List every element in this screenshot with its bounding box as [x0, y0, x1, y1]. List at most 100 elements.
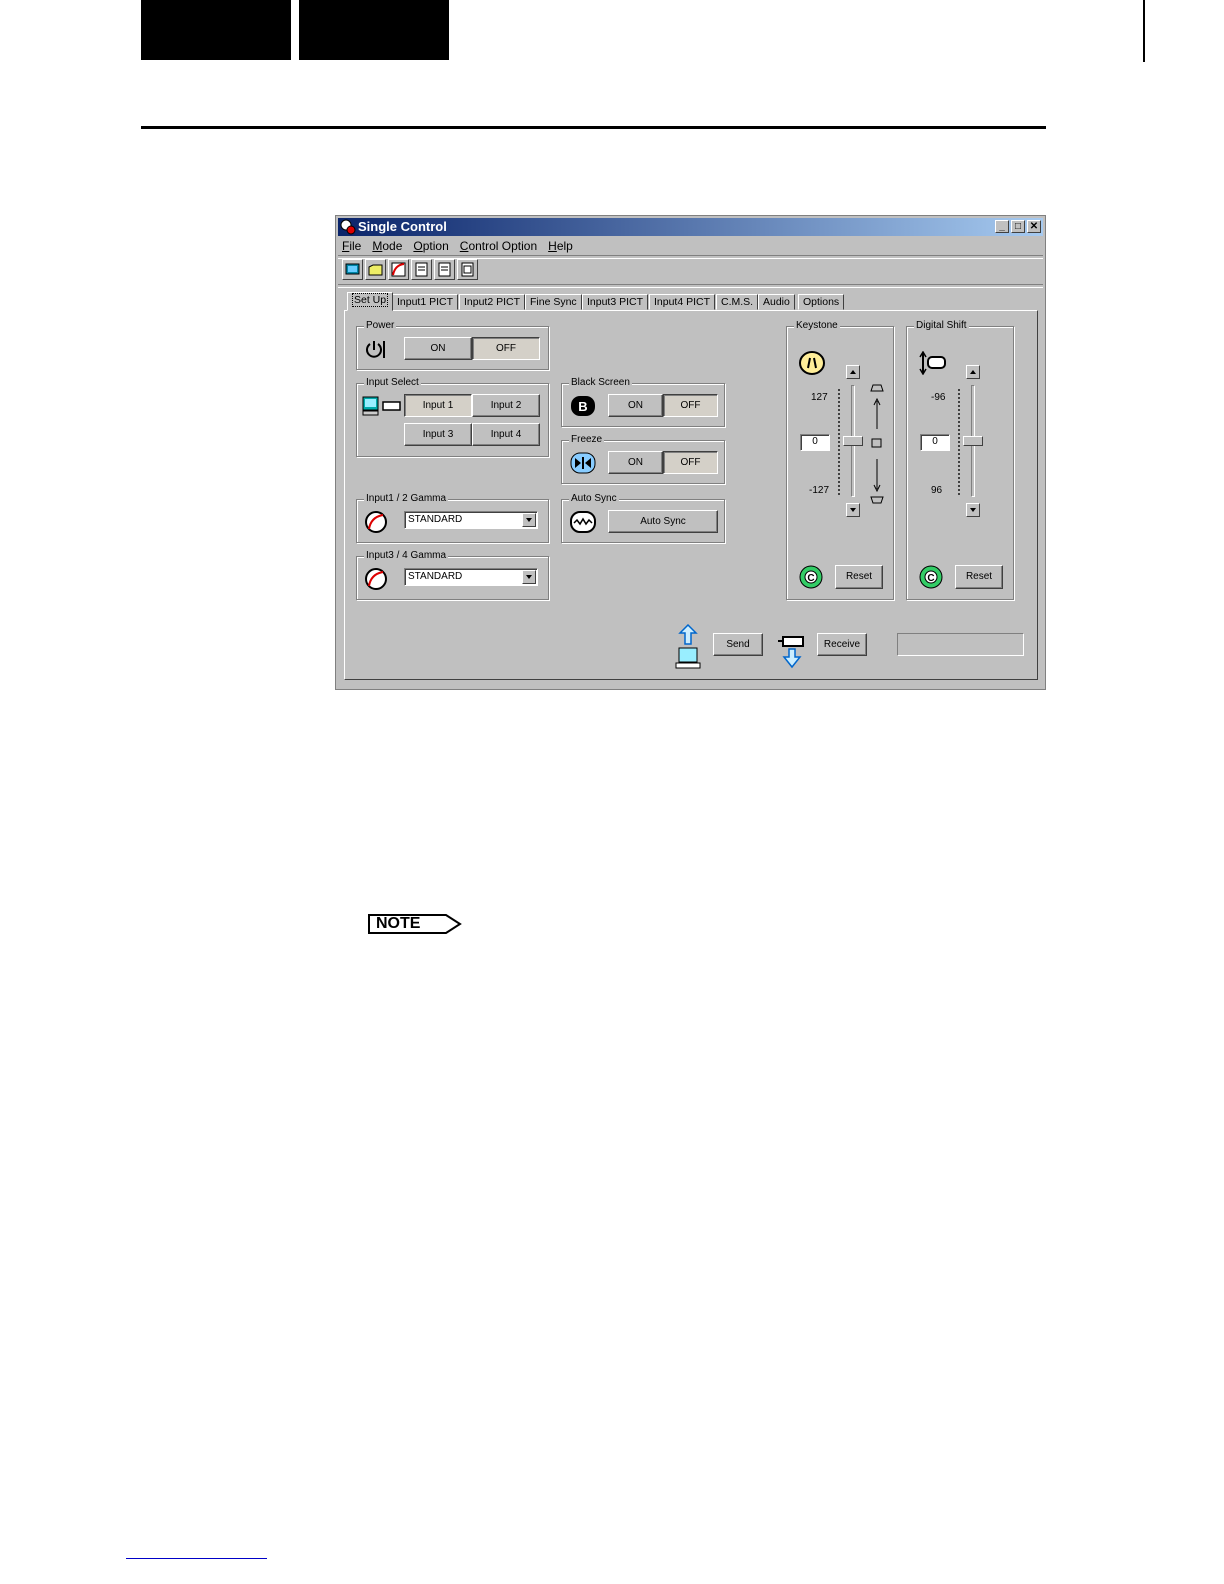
title-bar[interactable]: Single Control _ □ ✕: [338, 218, 1043, 236]
doc-icon: [415, 262, 428, 277]
header-block-right: [299, 0, 449, 60]
video-icon: [382, 401, 401, 411]
power-group: Power ON OFF: [356, 319, 549, 370]
folder-icon: [368, 264, 383, 276]
auto-sync-group: Auto Sync Auto Sync: [561, 492, 725, 543]
toolbar-button-4[interactable]: [411, 259, 432, 280]
freeze-label: Freeze: [569, 433, 605, 447]
freeze-off-button[interactable]: OFF: [663, 451, 718, 474]
input-select-group: Input Select Input 1 Input 2 Input 3 Inp…: [356, 376, 549, 457]
digital-shift-slider-thumb[interactable]: [963, 436, 983, 446]
menu-option[interactable]: Option: [413, 237, 448, 255]
tab-fine-sync[interactable]: Fine Sync: [525, 294, 582, 310]
digital-shift-up-button[interactable]: [966, 365, 980, 379]
send-icon: [675, 624, 701, 669]
toolbar-open-button[interactable]: [365, 259, 386, 280]
receive-button[interactable]: Receive: [817, 633, 867, 656]
single-control-window: Single Control _ □ ✕ File Mode Option Contr…: [335, 215, 1046, 690]
gamma12-value: STANDARD: [408, 514, 463, 525]
svg-text:B: B: [578, 399, 587, 414]
digital-shift-down-button[interactable]: [966, 503, 980, 517]
tab-input4-pict[interactable]: Input4 PICT: [649, 294, 716, 310]
computer-icon: [362, 396, 379, 416]
menu-help[interactable]: Help: [548, 237, 573, 255]
keystone-group: Keystone 127 0 -127 C Reset: [786, 319, 894, 600]
header-rule: [141, 126, 1046, 129]
black-screen-on-button[interactable]: ON: [608, 394, 663, 417]
power-off-button[interactable]: OFF: [472, 337, 540, 360]
tab-set-up[interactable]: Set Up: [347, 292, 394, 311]
gamma-icon: [391, 262, 406, 277]
send-button[interactable]: Send: [713, 633, 763, 656]
gamma12-select[interactable]: STANDARD: [404, 511, 538, 529]
minimize-button[interactable]: _: [995, 220, 1009, 233]
receive-icon: [778, 636, 804, 669]
input-3-button[interactable]: Input 3: [404, 423, 472, 446]
maximize-button[interactable]: □: [1011, 220, 1025, 233]
keystone-reset-button[interactable]: Reset: [835, 565, 883, 589]
tab-input3-pict[interactable]: Input3 PICT: [582, 294, 649, 310]
digital-shift-group: Digital Shift -96 0 96 C Reset: [906, 319, 1014, 600]
doc-icon: [461, 262, 474, 277]
menu-file[interactable]: File: [342, 237, 361, 255]
digital-shift-value-field[interactable]: 0: [920, 434, 950, 451]
input-select-label: Input Select: [364, 376, 421, 390]
digital-shift-reset-button[interactable]: Reset: [955, 565, 1003, 589]
gamma34-label: Input3 / 4 Gamma: [364, 549, 449, 563]
keystone-direction-icon: [870, 384, 884, 504]
gamma34-select[interactable]: STANDARD: [404, 568, 538, 586]
menu-control-option[interactable]: Control Option: [460, 237, 537, 255]
close-button[interactable]: ✕: [1027, 220, 1041, 233]
keystone-max-label: 127: [811, 392, 828, 403]
toolbar-button-5[interactable]: [434, 259, 455, 280]
power-label: Power: [364, 319, 397, 333]
tab-input2-pict[interactable]: Input2 PICT: [459, 294, 526, 310]
app-icon: [340, 219, 356, 235]
input-1-button[interactable]: Input 1: [404, 394, 472, 417]
status-field: [897, 633, 1024, 656]
menu-mode[interactable]: Mode: [372, 237, 402, 255]
gamma12-label: Input1 / 2 Gamma: [364, 492, 449, 506]
keystone-min-label: -127: [809, 485, 830, 496]
keystone-default-icon: C: [799, 565, 823, 589]
freeze-on-button[interactable]: ON: [608, 451, 663, 474]
chevron-down-icon[interactable]: [522, 570, 536, 584]
auto-sync-button[interactable]: Auto Sync: [608, 510, 718, 533]
digital-shift-label: Digital Shift: [914, 319, 969, 333]
window-title: Single Control: [358, 219, 447, 234]
monitor-icon: [345, 263, 360, 275]
gamma-icon: [365, 511, 387, 533]
tab-options[interactable]: Options: [798, 294, 845, 310]
tab-input1-pict[interactable]: Input1 PICT: [392, 294, 459, 310]
gamma34-value: STANDARD: [408, 571, 463, 582]
keystone-up-button[interactable]: [846, 365, 860, 379]
svg-text:C: C: [807, 573, 814, 584]
tab-audio[interactable]: Audio: [758, 294, 795, 310]
black-screen-group: Black Screen B ON OFF: [561, 376, 725, 427]
auto-sync-icon: [570, 511, 596, 533]
tab-cms[interactable]: C.M.S.: [716, 294, 759, 310]
gamma34-group: Input3 / 4 Gamma STANDARD: [356, 549, 549, 600]
freeze-group: Freeze ON OFF: [561, 433, 725, 484]
toolbar-button-6[interactable]: [457, 259, 478, 280]
setup-panel: Power ON OFF Input Select Input 1 Input …: [344, 310, 1038, 680]
toolbar-separator: [338, 284, 1043, 288]
toolbar-gamma-button[interactable]: [388, 259, 409, 280]
keystone-slider-thumb[interactable]: [843, 436, 863, 446]
freeze-icon: [570, 452, 596, 474]
keystone-down-button[interactable]: [846, 503, 860, 517]
input-2-button[interactable]: Input 2: [472, 394, 540, 417]
chevron-down-icon[interactable]: [522, 513, 536, 527]
toolbar-monitor-button[interactable]: [342, 259, 363, 280]
footer-link-line: [126, 1558, 267, 1559]
black-screen-off-button[interactable]: OFF: [663, 394, 718, 417]
keystone-icon: [799, 351, 825, 375]
power-on-button[interactable]: ON: [404, 337, 472, 360]
digital-shift-max-label: -96: [931, 392, 946, 403]
note-label: NOTE: [376, 915, 421, 932]
keystone-label: Keystone: [794, 319, 840, 333]
input-4-button[interactable]: Input 4: [472, 423, 540, 446]
black-screen-label: Black Screen: [569, 376, 632, 390]
digital-shift-icon: [919, 351, 946, 375]
keystone-value-field[interactable]: 0: [800, 434, 830, 451]
